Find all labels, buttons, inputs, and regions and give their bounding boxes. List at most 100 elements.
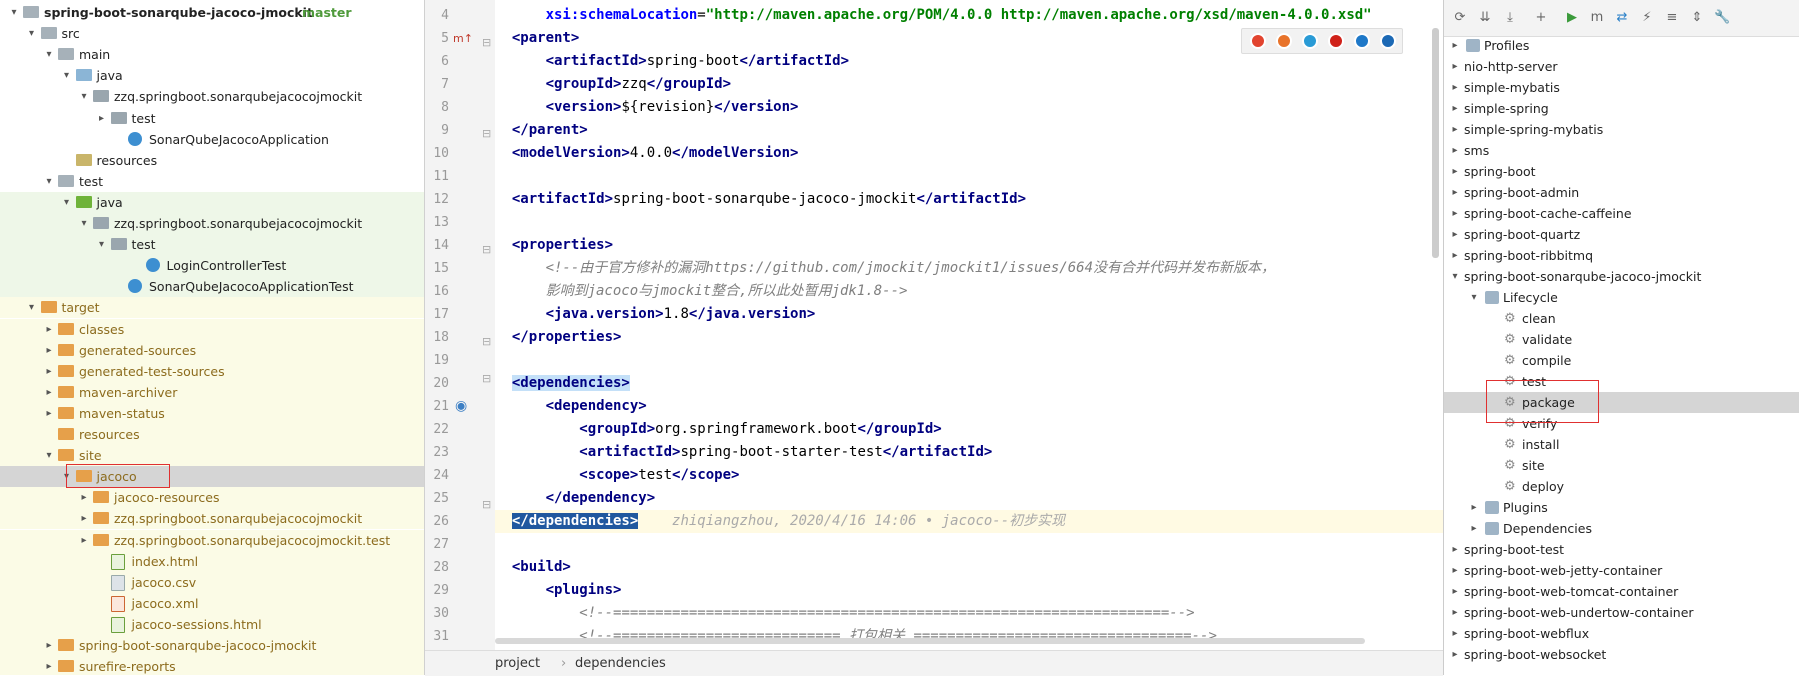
collapse-arrow-icon[interactable]: ▸ <box>78 530 90 551</box>
expand-arrow-icon[interactable]: ▾ <box>96 234 108 255</box>
skip-tests-icon[interactable]: ⚡ <box>1639 10 1655 26</box>
project-tree-row[interactable]: ▸ maven-archiver <box>0 381 424 403</box>
project-tree-row[interactable]: SonarQubeJacocoApplicationTest <box>0 276 424 298</box>
fold-marker-icon[interactable]: ⊟ <box>482 372 491 385</box>
expand-arrow-icon[interactable]: ▾ <box>8 2 20 23</box>
project-tree-row[interactable]: ▾ zzq.springboot.sonarqubejacocojmockit <box>0 86 424 107</box>
code-line[interactable]: <!--由于官方修补的漏洞https://github.com/jmockit/… <box>495 257 1443 280</box>
collapse-arrow-icon[interactable]: ▸ <box>43 361 55 382</box>
maven-tree-row[interactable]: ▸ spring-boot-ribbitmq <box>1444 245 1799 266</box>
collapse-arrow-icon[interactable]: ▸ <box>1449 161 1461 182</box>
maven-tree-row[interactable]: ▸ spring-boot-admin <box>1444 182 1799 203</box>
project-tree-row[interactable]: jacoco.xml <box>0 592 424 614</box>
maven-tree-row[interactable]: ⚙ deploy <box>1444 476 1799 497</box>
project-tree-row[interactable]: ▸ generated-test-sources <box>0 360 424 382</box>
code-line[interactable]: </dependencies> zhiqiangzhou, 2020/4/16 … <box>495 510 1443 533</box>
maven-tree-row[interactable]: ⚙ install <box>1444 434 1799 455</box>
maven-tree-row[interactable]: ⚙ clean <box>1444 308 1799 329</box>
project-tree-row[interactable]: ▾ java <box>0 65 424 86</box>
maven-tree-row[interactable]: ▸ Dependencies <box>1444 518 1799 539</box>
collapse-arrow-icon[interactable]: ▸ <box>43 403 55 424</box>
project-tree-row[interactable]: ▾ zzq.springboot.sonarqubejacocojmockit <box>0 213 424 234</box>
code-line[interactable]: <!--====================================… <box>495 602 1443 625</box>
collapse-arrow-icon[interactable]: ▸ <box>1468 497 1480 518</box>
maven-tree-row[interactable]: ⚙ compile <box>1444 350 1799 371</box>
settings-icon[interactable]: 🔧 <box>1714 10 1730 26</box>
code-line[interactable]: <version>${revision}</version> <box>495 96 1443 119</box>
project-tree-row[interactable]: ▸ spring-boot-sonarqube-jacoco-jmockit <box>0 635 424 656</box>
maven-tree-row[interactable]: ▸ spring-boot-websocket <box>1444 644 1799 665</box>
project-tree-row[interactable]: ▾ jacoco <box>0 466 424 488</box>
code-line[interactable]: <modelVersion>4.0.0</modelVersion> <box>495 142 1443 165</box>
code-line[interactable]: <build> <box>495 556 1443 579</box>
maven-tree-row[interactable]: ▸ spring-boot-web-tomcat-container <box>1444 581 1799 602</box>
code-line[interactable]: <artifactId>spring-boot-sonarqube-jacoco… <box>495 188 1443 211</box>
code-line[interactable]: <dependencies> <box>495 372 1443 395</box>
expand-arrow-icon[interactable]: ▾ <box>43 445 55 466</box>
collapse-arrow-icon[interactable]: ▸ <box>1449 98 1461 119</box>
collapse-arrow-icon[interactable]: ▸ <box>1449 560 1461 581</box>
ie-icon[interactable] <box>1354 33 1370 49</box>
collapse-arrow-icon[interactable]: ▸ <box>1449 77 1461 98</box>
expand-arrow-icon[interactable]: ▾ <box>26 297 38 318</box>
expand-arrow-icon[interactable]: ▾ <box>1468 287 1480 308</box>
project-tree-row[interactable]: ▾ src <box>0 23 424 44</box>
code-line[interactable]: <properties> <box>495 234 1443 257</box>
project-tree-row[interactable]: ▾ test <box>0 171 424 192</box>
collapse-arrow-icon[interactable]: ▸ <box>43 340 55 361</box>
code-line[interactable]: </dependency> <box>495 487 1443 510</box>
toggle-offline-icon[interactable]: ⇄ <box>1614 10 1630 26</box>
maven-tree-row[interactable]: ▾ spring-boot-sonarqube-jacoco-jmockit <box>1444 266 1799 287</box>
code-editor[interactable]: xsi:schemaLocation="http://maven.apache.… <box>495 0 1443 650</box>
collapse-arrow-icon[interactable]: ▸ <box>1449 623 1461 644</box>
generate-sources-icon[interactable]: ⇊ <box>1477 10 1493 26</box>
project-tree-row[interactable]: ▾ java <box>0 191 424 213</box>
breadcrumb-item[interactable]: dependencies <box>575 651 666 676</box>
collapse-arrow-icon[interactable]: ▸ <box>1449 224 1461 245</box>
firefox-icon[interactable] <box>1276 33 1292 49</box>
maven-tree-row[interactable]: ▸ spring-boot-webflux <box>1444 623 1799 644</box>
code-line[interactable]: <groupId>zzq</groupId> <box>495 73 1443 96</box>
project-tree-row[interactable]: resources <box>0 424 424 445</box>
show-dependencies-icon[interactable]: ≡ <box>1664 10 1680 26</box>
maven-tree-row[interactable]: ▸ spring-boot <box>1444 161 1799 182</box>
code-line[interactable]: </parent> <box>495 119 1443 142</box>
maven-tree-row[interactable]: ▸ sms <box>1444 140 1799 161</box>
project-tree-row[interactable]: ▸ generated-sources <box>0 339 424 361</box>
maven-tree-row[interactable]: ▸ simple-spring <box>1444 98 1799 119</box>
fold-marker-icon[interactable]: ⊟ <box>482 127 491 140</box>
code-line[interactable] <box>495 165 1443 188</box>
collapse-arrow-icon[interactable]: ▸ <box>43 382 55 403</box>
override-marker-icon[interactable]: m↑ <box>453 32 473 45</box>
collapse-arrow-icon[interactable]: ▸ <box>43 656 55 675</box>
code-line[interactable]: 影响到jacoco与jmockit整合,所以此处暂用jdk1.8--> <box>495 280 1443 303</box>
safari-icon[interactable] <box>1302 33 1318 49</box>
project-tree-row[interactable]: ▸ jacoco-resources <box>0 487 424 509</box>
expand-arrow-icon[interactable]: ▾ <box>26 23 38 44</box>
project-tree-row[interactable]: ▸ surefire-reports <box>0 656 424 675</box>
expand-arrow-icon[interactable]: ▾ <box>78 86 90 107</box>
fold-marker-icon[interactable]: ⊟ <box>482 498 491 511</box>
opera-icon[interactable] <box>1328 33 1344 49</box>
project-tree-row[interactable]: index.html <box>0 550 424 572</box>
code-line[interactable]: </properties> <box>495 326 1443 349</box>
collapse-arrow-icon[interactable]: ▸ <box>1449 245 1461 266</box>
project-tree-row[interactable]: ▸ test <box>0 108 424 129</box>
collapse-arrow-icon[interactable]: ▸ <box>78 487 90 508</box>
maven-tree-row[interactable]: ▸ simple-spring-mybatis <box>1444 119 1799 140</box>
project-tree-row[interactable]: resources <box>0 150 424 171</box>
maven-tree-row[interactable]: ▸ simple-mybatis <box>1444 77 1799 98</box>
project-tree-row[interactable]: ▾ target <box>0 297 424 319</box>
collapse-arrow-icon[interactable]: ▸ <box>1468 518 1480 539</box>
collapse-arrow-icon[interactable]: ▸ <box>1449 140 1461 161</box>
run-icon[interactable]: ▶ <box>1564 10 1580 26</box>
collapse-arrow-icon[interactable]: ▸ <box>43 319 55 340</box>
collapse-arrow-icon[interactable]: ▸ <box>43 635 55 656</box>
collapse-arrow-icon[interactable]: ▸ <box>1449 182 1461 203</box>
code-line[interactable]: <!--=========================== 打包相关 ===… <box>495 625 1443 648</box>
project-tree-row[interactable]: ▾ spring-boot-sonarqube-jacoco-jmockit mas… <box>0 2 424 23</box>
code-line[interactable]: xsi:schemaLocation="http://maven.apache.… <box>495 4 1443 27</box>
maven-tree-row[interactable]: ▸ nio-http-server <box>1444 56 1799 77</box>
code-line[interactable]: <dependency> <box>495 395 1443 418</box>
collapse-arrow-icon[interactable]: ▸ <box>78 508 90 529</box>
